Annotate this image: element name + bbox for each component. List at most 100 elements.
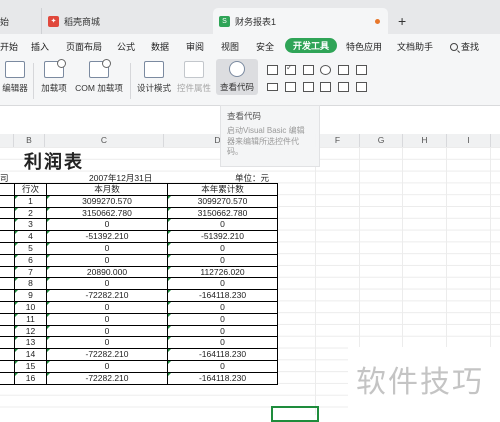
table-cell[interactable] (0, 265, 15, 279)
combo-control-icon[interactable] (303, 65, 314, 75)
current-month-cell[interactable]: 3099270.570 (46, 194, 168, 208)
column-header[interactable]: I (447, 134, 491, 147)
current-month-cell[interactable]: 0 (46, 241, 168, 255)
year-to-date-cell[interactable]: 0 (167, 312, 278, 326)
line-number-cell[interactable]: 5 (14, 241, 47, 255)
year-to-date-cell[interactable]: 0 (167, 359, 278, 373)
column-header[interactable]: H (403, 134, 447, 147)
current-month-cell[interactable]: 20890.000 (46, 265, 168, 279)
year-to-date-cell[interactable]: 0 (167, 218, 278, 232)
current-month-cell[interactable]: 0 (46, 253, 168, 267)
year-to-date-cell[interactable]: 0 (167, 277, 278, 291)
year-to-date-cell[interactable]: -164118.230 (167, 348, 278, 361)
line-number-cell[interactable]: 7 (14, 265, 47, 279)
menu-view[interactable]: 视图 (221, 40, 239, 53)
year-to-date-cell[interactable]: -164118.230 (167, 289, 278, 302)
line-number-cell[interactable]: 15 (14, 359, 47, 373)
table-cell[interactable] (0, 241, 15, 255)
table-cell[interactable] (0, 218, 15, 232)
table-cell[interactable] (0, 230, 15, 243)
menu-review[interactable]: 审阅 (186, 40, 204, 53)
table-cell[interactable] (0, 183, 15, 196)
more-controls-icon[interactable] (356, 82, 367, 92)
year-to-date-cell[interactable]: 0 (167, 300, 278, 314)
control-properties-button[interactable]: 控件属性 (176, 61, 212, 94)
image-control-icon[interactable] (356, 65, 367, 75)
menu-home[interactable]: 开始 (0, 40, 18, 53)
button-control-icon[interactable] (267, 65, 278, 75)
current-month-cell[interactable]: -51392.210 (46, 230, 168, 243)
tab-home[interactable]: 始 (0, 8, 36, 34)
year-to-date-cell[interactable]: 112726.020 (167, 265, 278, 279)
current-month-cell[interactable]: -72282.210 (46, 348, 168, 361)
com-addins-button[interactable]: COM 加载项 (73, 59, 125, 94)
menu-search[interactable]: 查找 (450, 40, 479, 53)
design-mode-button[interactable]: 设计模式 (136, 61, 172, 94)
line-number-cell[interactable]: 11 (14, 312, 47, 326)
column-header[interactable]: F (316, 134, 360, 147)
year-to-date-cell[interactable]: 0 (167, 241, 278, 255)
column-header[interactable]: B (14, 134, 45, 147)
table-cell[interactable] (0, 206, 15, 220)
year-to-date-cell[interactable]: 0 (167, 336, 278, 350)
header-line-no[interactable]: 行次 (14, 183, 47, 196)
line-number-cell[interactable]: 16 (14, 371, 47, 385)
menu-page-layout[interactable]: 页面布局 (66, 40, 102, 53)
line-number-cell[interactable]: 13 (14, 336, 47, 350)
line-number-cell[interactable]: 4 (14, 230, 47, 243)
table-cell[interactable] (0, 348, 15, 361)
table-cell[interactable] (0, 289, 15, 302)
year-to-date-cell[interactable]: 3099270.570 (167, 194, 278, 208)
table-cell[interactable] (0, 277, 15, 291)
year-to-date-cell[interactable]: -164118.230 (167, 371, 278, 385)
current-month-cell[interactable]: -72282.210 (46, 371, 168, 385)
table-cell[interactable] (0, 324, 15, 338)
menu-formulas[interactable]: 公式 (117, 40, 135, 53)
current-month-cell[interactable]: 0 (46, 300, 168, 314)
line-number-cell[interactable]: 6 (14, 253, 47, 267)
tab-financial-report[interactable]: S 财务报表1 (213, 8, 388, 34)
line-number-cell[interactable]: 2 (14, 206, 47, 220)
table-cell[interactable] (0, 336, 15, 350)
current-month-cell[interactable]: 0 (46, 359, 168, 373)
menu-security[interactable]: 安全 (256, 40, 274, 53)
table-cell[interactable] (0, 194, 15, 208)
textbox-control-icon[interactable] (320, 82, 331, 92)
checkbox-control-icon[interactable] (285, 63, 296, 75)
table-cell[interactable] (0, 312, 15, 326)
line-number-cell[interactable]: 9 (14, 289, 47, 302)
column-header[interactable]: C (45, 134, 164, 147)
new-tab-button[interactable]: + (398, 13, 406, 29)
header-year-to-date[interactable]: 本年累计数 (167, 183, 278, 196)
menu-doc-assistant[interactable]: 文档助手 (397, 40, 433, 53)
column-header[interactable]: G (360, 134, 403, 147)
addins-button[interactable]: 加载项 (39, 59, 69, 94)
table-cell[interactable] (0, 359, 15, 373)
current-month-cell[interactable]: 0 (46, 277, 168, 291)
current-month-cell[interactable]: 0 (46, 312, 168, 326)
table-cell[interactable] (0, 371, 15, 385)
line-number-cell[interactable]: 1 (14, 194, 47, 208)
line-number-cell[interactable]: 3 (14, 218, 47, 232)
line-number-cell[interactable]: 14 (14, 348, 47, 361)
menu-data[interactable]: 数据 (151, 40, 169, 53)
current-month-cell[interactable]: 0 (46, 336, 168, 350)
tab-docer-store[interactable]: ✦ 稻壳商城 (41, 8, 202, 34)
year-to-date-cell[interactable]: 3150662.780 (167, 206, 278, 220)
header-current-month[interactable]: 本月数 (46, 183, 168, 196)
year-to-date-cell[interactable]: -51392.210 (167, 230, 278, 243)
line-number-cell[interactable]: 8 (14, 277, 47, 291)
column-header-a[interactable] (0, 134, 14, 147)
listbox-control-icon[interactable] (338, 65, 349, 75)
menu-insert[interactable]: 插入 (31, 40, 49, 53)
menu-developer[interactable]: 开发工具 (285, 38, 338, 53)
selected-cell[interactable] (271, 406, 319, 422)
label-control-icon[interactable] (267, 83, 278, 91)
year-to-date-cell[interactable]: 0 (167, 324, 278, 338)
table-cell[interactable] (0, 253, 15, 267)
option-button-icon[interactable] (320, 65, 331, 75)
current-month-cell[interactable]: 0 (46, 218, 168, 232)
line-number-cell[interactable]: 12 (14, 324, 47, 338)
line-number-cell[interactable]: 10 (14, 300, 47, 314)
table-cell[interactable] (0, 300, 15, 314)
